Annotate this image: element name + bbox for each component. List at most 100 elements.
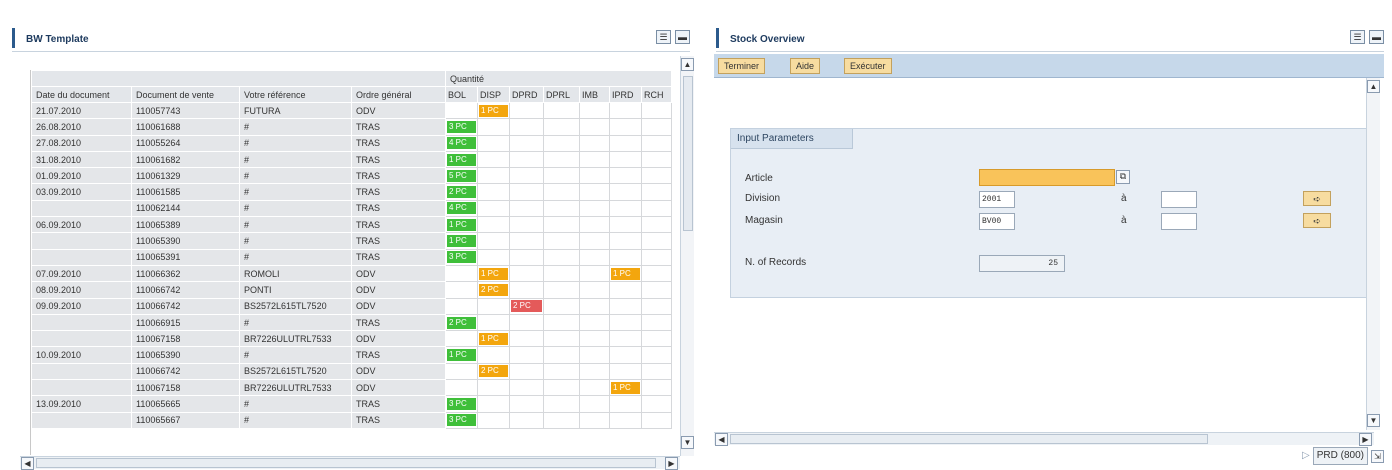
qty-column-header[interactable]: DPRL — [543, 86, 580, 103]
scroll-up-icon[interactable]: ▲ — [1367, 80, 1380, 93]
quantity-value — [479, 235, 508, 247]
scroll-thumb[interactable] — [730, 434, 1208, 444]
qty-column-header[interactable]: DPRD — [509, 86, 544, 103]
quantity-cell — [579, 118, 610, 136]
table-row[interactable]: 27.08.2010 110055264 # TRAS 4 PC — [31, 134, 672, 152]
table-row[interactable]: 09.09.2010 110066742 BS2572L615TL7520 ODV 2 … — [31, 297, 672, 315]
cell-ref: # — [239, 395, 352, 413]
scroll-right-icon[interactable]: ▶ — [665, 457, 678, 470]
cell-ordre: TRAS — [351, 346, 446, 364]
qty-column-header[interactable]: IPRD — [609, 86, 642, 103]
quantity-value — [581, 137, 608, 149]
table-row[interactable]: 110065667 # TRAS 3 PC — [31, 411, 672, 429]
quantity-cell: 3 PC — [445, 248, 478, 266]
cell-ordre: ODV — [351, 379, 446, 397]
quantity-cell — [543, 134, 580, 152]
records-input[interactable]: 25 — [979, 255, 1065, 272]
table-row[interactable]: 110062144 # TRAS 4 PC — [31, 199, 672, 218]
multiple-selection-arrow-icon[interactable]: ➪ — [1303, 213, 1331, 228]
screen-horizontal-scrollbar[interactable]: ◀ ▶ — [714, 432, 1374, 446]
table-row[interactable]: 01.09.2010 110061329 # TRAS 5 PC — [31, 167, 672, 185]
qty-column-header[interactable]: BOL — [445, 86, 478, 103]
scroll-right-icon[interactable]: ▶ — [1359, 433, 1372, 446]
executer-button[interactable]: Exécuter — [844, 58, 892, 74]
table-row[interactable]: 110066742 BS2572L615TL7520 ODV 2 PC — [31, 362, 672, 381]
column-header[interactable]: Votre référence — [239, 86, 352, 103]
system-menu-icon[interactable]: ⇲ — [1371, 449, 1384, 463]
table-row[interactable]: 26.08.2010 110061688 # TRAS 3 PC — [31, 118, 672, 136]
table-row[interactable]: 110065391 # TRAS 3 PC — [31, 248, 672, 266]
table-row[interactable]: 13.09.2010 110065665 # TRAS 3 PC — [31, 395, 672, 413]
quantity-value — [611, 333, 640, 345]
table-row[interactable]: 110067158 BR7226ULUTRL7533 ODV 1 PC — [31, 379, 672, 397]
table-row[interactable]: 110065390 # TRAS 1 PC — [31, 232, 672, 250]
table-row[interactable]: 110067158 BR7226ULUTRL7533 ODV 1 PC — [31, 330, 672, 348]
minimize-icon[interactable]: ▬ — [1369, 30, 1384, 44]
quantity-value — [545, 202, 578, 214]
table-row[interactable]: 10.09.2010 110065390 # TRAS 1 PC — [31, 346, 672, 364]
scroll-left-icon[interactable]: ◀ — [715, 433, 728, 446]
division-from-input[interactable]: 2001 — [979, 191, 1015, 208]
quantity-value — [581, 333, 608, 345]
scroll-down-icon[interactable]: ▼ — [681, 436, 694, 449]
personalize-icon[interactable]: ☰ — [656, 30, 671, 44]
quantity-value — [511, 382, 542, 394]
scroll-thumb[interactable] — [36, 458, 656, 468]
quantity-cell: 1 PC — [445, 232, 478, 250]
table-vertical-scrollbar[interactable]: ▲ ▼ — [680, 56, 694, 456]
scroll-left-icon[interactable]: ◀ — [21, 457, 34, 470]
scroll-down-icon[interactable]: ▼ — [1367, 414, 1380, 427]
quantity-value — [581, 349, 608, 361]
table-row[interactable]: 06.09.2010 110065389 # TRAS 1 PC — [31, 216, 672, 234]
scroll-up-icon[interactable]: ▲ — [681, 58, 694, 71]
status-triangle-icon: ▷ — [1302, 450, 1310, 461]
terminer-button[interactable]: Terminer — [718, 58, 766, 74]
system-info[interactable]: PRD (800) — [1312, 447, 1368, 465]
quantity-cell — [609, 362, 642, 381]
table-row[interactable]: 03.09.2010 110061585 # TRAS 2 PC — [31, 183, 672, 201]
quantity-cell — [579, 216, 610, 234]
screen-vertical-scrollbar[interactable]: ▲ ▼ — [1366, 78, 1380, 430]
quantity-value — [581, 398, 608, 410]
quantity-cell — [579, 167, 610, 185]
division-to-input[interactable] — [1161, 191, 1197, 208]
table-horizontal-scrollbar[interactable]: ◀ ▶ — [20, 456, 680, 470]
quantity-cell — [509, 330, 544, 348]
table-row[interactable]: 110066915 # TRAS 2 PC — [31, 313, 672, 332]
quantity-value — [511, 414, 542, 426]
cell-ordre: TRAS — [351, 183, 446, 201]
quantity-cell — [477, 379, 510, 397]
quantity-value — [545, 398, 578, 410]
column-header[interactable]: Ordre général — [351, 86, 446, 103]
quantity-cell — [579, 232, 610, 250]
table-row[interactable]: 31.08.2010 110061682 # TRAS 1 PC — [31, 150, 672, 169]
table-row[interactable]: 07.09.2010 110066362 ROMOLI ODV 1 PC 1 PC — [31, 264, 672, 283]
qty-column-header[interactable]: IMB — [579, 86, 610, 103]
cell-date: 03.09.2010 — [31, 183, 132, 201]
column-header[interactable]: Date du document — [31, 86, 132, 103]
aide-button[interactable]: Aide — [790, 58, 821, 74]
quantity-value — [643, 235, 670, 247]
quantity-value — [581, 382, 608, 394]
magasin-to-input[interactable] — [1161, 213, 1197, 230]
multiple-selection-arrow-icon[interactable]: ➪ — [1303, 191, 1331, 206]
quantity-value — [479, 137, 508, 149]
minimize-icon[interactable]: ▬ — [675, 30, 690, 44]
article-input[interactable] — [979, 169, 1115, 186]
column-header[interactable]: Document de vente — [131, 86, 240, 103]
cell-doc: 110066742 — [131, 281, 240, 299]
table-row[interactable]: 21.07.2010 110057743 FUTURA ODV 1 PC — [31, 101, 672, 120]
qty-column-header[interactable]: DISP — [477, 86, 510, 103]
quantity-cell — [543, 264, 580, 283]
value-help-icon[interactable]: ⧉ — [1116, 170, 1130, 184]
qty-column-header[interactable]: RCH — [641, 86, 672, 103]
quantity-cell: 2 PC — [477, 362, 510, 381]
quantity-value — [545, 219, 578, 231]
magasin-from-input[interactable]: BV00 — [979, 213, 1015, 230]
scroll-thumb[interactable] — [683, 76, 693, 231]
quantity-value — [545, 317, 578, 329]
personalize-icon[interactable]: ☰ — [1350, 30, 1365, 44]
quantity-value — [479, 398, 508, 410]
cell-date: 07.09.2010 — [31, 264, 132, 283]
table-row[interactable]: 08.09.2010 110066742 PONTI ODV 2 PC — [31, 281, 672, 299]
